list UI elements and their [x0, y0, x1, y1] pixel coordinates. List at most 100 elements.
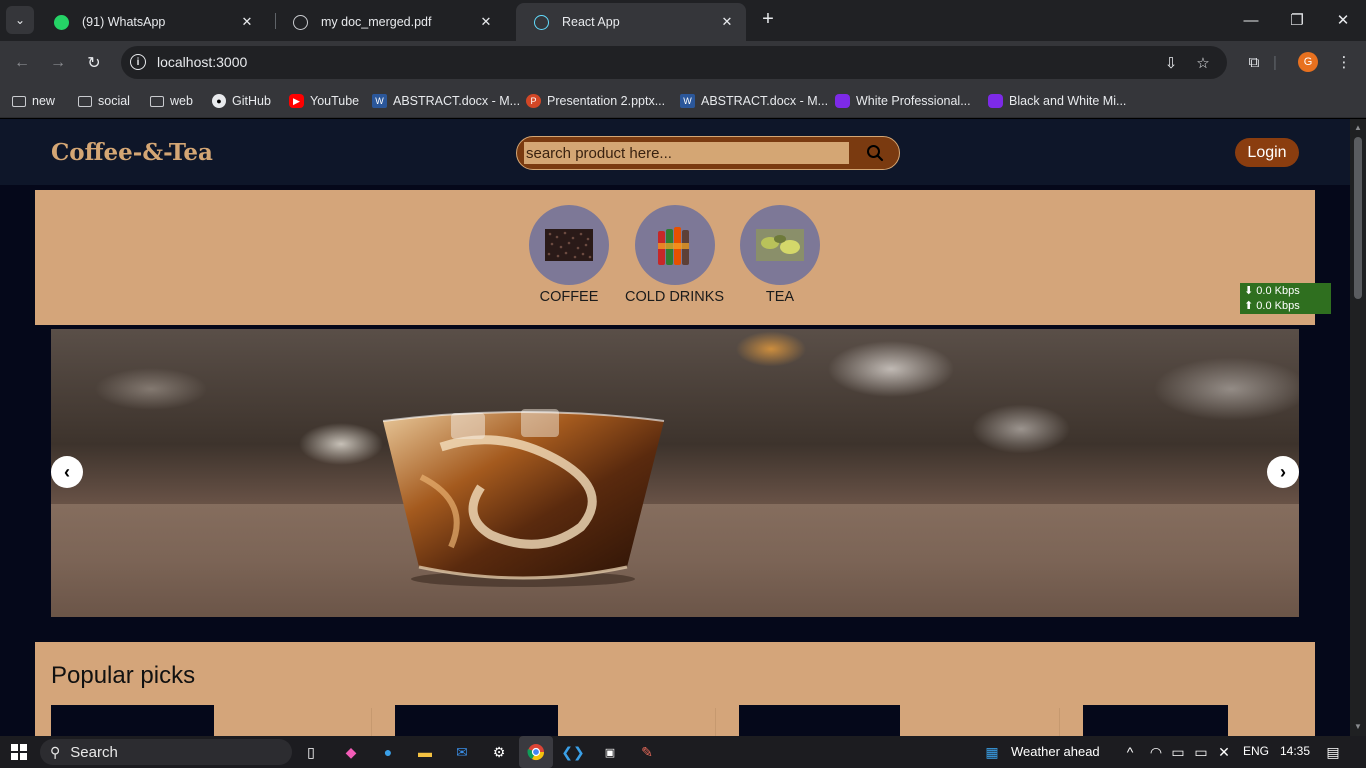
- menu-kebab-icon[interactable]: ⋮: [1333, 51, 1355, 73]
- bookmark-abstract-1[interactable]: W ABSTRACT.docx - M...: [372, 92, 520, 110]
- category-cold-drinks[interactable]: COLD DRINKS: [625, 205, 724, 305]
- search-icon: ⚲: [50, 743, 61, 760]
- canva-icon: [835, 94, 850, 108]
- address-bar[interactable]: i localhost:3000 ⇩ ☆: [121, 46, 1227, 79]
- settings-icon[interactable]: ⚙: [488, 742, 510, 762]
- reload-icon[interactable]: ↻: [81, 50, 107, 76]
- category-bar: COFFEE COLD DRINKS TEA: [35, 190, 1315, 325]
- weather-text[interactable]: Weather ahead: [1011, 744, 1100, 759]
- volume-muted-icon[interactable]: ✕: [1213, 742, 1235, 762]
- new-tab-icon[interactable]: +: [757, 8, 779, 30]
- bookmark-star-icon[interactable]: ☆: [1193, 53, 1213, 73]
- folder-icon: [150, 95, 164, 107]
- scrollbar-thumb[interactable]: [1354, 137, 1362, 299]
- bookmark-youtube[interactable]: ▶ YouTube: [289, 92, 359, 110]
- copilot-icon[interactable]: ◆: [340, 742, 362, 762]
- vscode-icon[interactable]: ❮❯: [561, 742, 584, 762]
- minimize-icon[interactable]: —: [1236, 6, 1266, 34]
- browser-toolbar: ← → ↻ i localhost:3000 ⇩ ☆ ⧉ | G ⋮: [0, 41, 1366, 83]
- carousel-next-button[interactable]: ›: [1267, 456, 1299, 488]
- terminal-icon[interactable]: ▣: [599, 742, 621, 762]
- tab-react-app[interactable]: React App ✕: [516, 3, 746, 41]
- product-image: [411, 722, 541, 736]
- tab-title: React App: [562, 15, 620, 29]
- bookmark-social[interactable]: social: [78, 92, 130, 110]
- taskbar-search[interactable]: ⚲ Search: [40, 739, 292, 765]
- profile-avatar[interactable]: G: [1298, 52, 1318, 72]
- tab-title: my doc_merged.pdf: [321, 15, 432, 29]
- tab-pdf[interactable]: my doc_merged.pdf ✕: [275, 3, 505, 41]
- login-button[interactable]: Login: [1235, 138, 1299, 167]
- close-window-icon[interactable]: ✕: [1328, 6, 1358, 34]
- bookmark-abstract-2[interactable]: W ABSTRACT.docx - M...: [680, 92, 828, 110]
- product-card[interactable]: [739, 705, 900, 736]
- edge-icon[interactable]: ●: [377, 742, 399, 762]
- tab-whatsapp[interactable]: (91) WhatsApp ✕: [36, 3, 266, 41]
- brand-logo[interactable]: Coffee-&-Tea: [51, 139, 213, 166]
- category-label: COLD DRINKS: [625, 289, 725, 305]
- bookmark-github[interactable]: ● GitHub: [212, 92, 271, 110]
- carousel-prev-button[interactable]: ‹: [51, 456, 83, 488]
- extensions-icon[interactable]: ⧉: [1243, 51, 1265, 73]
- show-hidden-icons-icon[interactable]: ^: [1119, 742, 1141, 762]
- wifi-icon[interactable]: ◠: [1145, 742, 1167, 762]
- iced-coffee-image: [382, 409, 665, 587]
- download-speed: ⬇ 0.0 Kbps: [1244, 285, 1300, 297]
- page-viewport: Coffee-&-Tea Login: [0, 119, 1350, 736]
- bookmark-web[interactable]: web: [150, 92, 193, 110]
- card-divider: [1059, 708, 1060, 736]
- search-button[interactable]: [857, 142, 893, 164]
- tab-close-icon[interactable]: ✕: [477, 13, 495, 31]
- canva-icon: [988, 94, 1003, 108]
- search-icon: [867, 145, 884, 162]
- category-coffee[interactable]: COFFEE: [529, 205, 609, 305]
- whatsapp-icon: [54, 15, 69, 30]
- clock[interactable]: 14:35: [1280, 744, 1310, 758]
- popular-picks-section: Popular picks: [35, 642, 1315, 736]
- notification-icon[interactable]: ▤: [1322, 742, 1344, 762]
- tab-title: (91) WhatsApp: [82, 15, 166, 29]
- mail-icon[interactable]: ✉: [451, 742, 473, 762]
- tea-image: [756, 229, 804, 261]
- bookmark-black-white[interactable]: Black and White Mi...: [988, 92, 1126, 110]
- battery-icon[interactable]: ▭: [1190, 742, 1212, 762]
- bookmark-label: Presentation 2.pptx...: [547, 94, 666, 108]
- tab-close-icon[interactable]: ✕: [718, 13, 736, 31]
- bookmark-white-professional[interactable]: White Professional...: [835, 92, 971, 110]
- install-app-icon[interactable]: ⇩: [1161, 53, 1181, 73]
- back-icon[interactable]: ←: [9, 50, 35, 76]
- product-card[interactable]: [51, 705, 214, 736]
- chrome-icon[interactable]: [525, 742, 547, 762]
- cold-drinks-image: [657, 227, 689, 265]
- page-scrollbar[interactable]: ▲ ▼: [1350, 119, 1366, 736]
- restore-icon[interactable]: ❐: [1282, 6, 1312, 34]
- card-divider: [715, 708, 716, 736]
- hero-carousel: ‹ ›: [51, 329, 1299, 617]
- search-bar: [516, 136, 900, 170]
- tab-close-icon[interactable]: ✕: [238, 13, 256, 31]
- search-input[interactable]: [524, 142, 849, 164]
- site-info-icon[interactable]: i: [130, 54, 146, 70]
- device-icon[interactable]: ▭: [1167, 742, 1189, 762]
- bookmark-label: ABSTRACT.docx - M...: [393, 94, 521, 108]
- scroll-up-icon[interactable]: ▲: [1350, 121, 1366, 135]
- forward-icon[interactable]: →: [45, 50, 71, 76]
- scroll-down-icon[interactable]: ▼: [1350, 720, 1366, 734]
- category-circle: [634, 205, 715, 285]
- language-indicator[interactable]: ENG: [1243, 744, 1269, 758]
- weather-icon[interactable]: ▦: [981, 742, 1003, 762]
- card-divider: [371, 708, 372, 736]
- paint-icon[interactable]: ✎: [636, 742, 658, 762]
- product-card[interactable]: [1083, 705, 1228, 736]
- bookmark-new[interactable]: new: [12, 92, 55, 110]
- file-explorer-icon[interactable]: ▬: [414, 742, 436, 762]
- bookmark-label: social: [98, 94, 130, 108]
- tab-search-dropdown-icon[interactable]: ⌄: [6, 6, 34, 34]
- windows-start-icon[interactable]: [8, 742, 30, 762]
- product-image: [1099, 722, 1212, 736]
- bookmark-presentation[interactable]: P Presentation 2.pptx...: [526, 92, 665, 110]
- bookmarks-bar: new social web ● GitHub ▶ YouTube W ABST…: [0, 83, 1366, 118]
- task-view-icon[interactable]: ▯: [300, 742, 322, 762]
- category-tea[interactable]: TEA: [740, 205, 820, 305]
- product-card[interactable]: [395, 705, 558, 736]
